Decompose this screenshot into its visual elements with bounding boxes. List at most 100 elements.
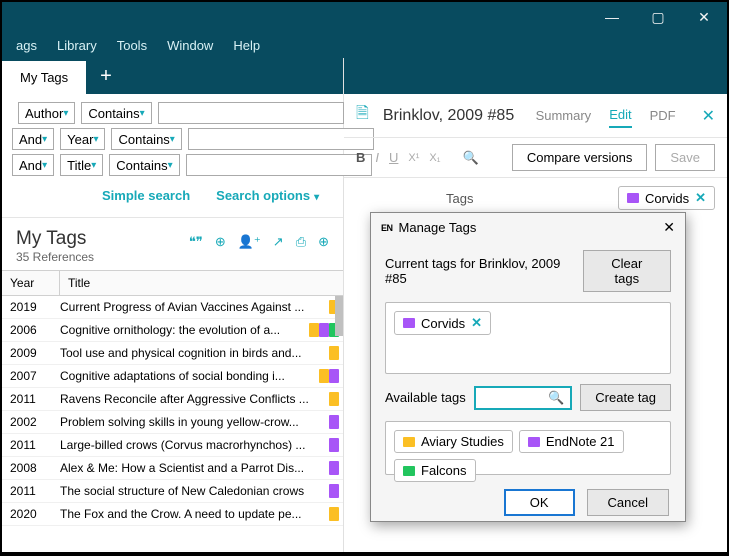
tag-swatch-icon	[403, 318, 415, 328]
row-title: Problem solving skills in young yellow-c…	[60, 415, 329, 429]
cancel-button[interactable]: Cancel	[587, 489, 669, 516]
underline-button[interactable]: U	[389, 150, 398, 165]
export-icon[interactable]: ⎙	[296, 234, 306, 250]
table-row[interactable]: 2011Large-billed crows (Corvus macrorhyn…	[2, 434, 343, 457]
row-title: Alex & Me: How a Scientist and a Parrot …	[60, 461, 329, 475]
superscript-button[interactable]: X¹	[408, 152, 419, 164]
chevron-down-icon: ▾	[170, 134, 175, 145]
chevron-down-icon: ▾	[140, 108, 145, 119]
add-tab-button[interactable]: +	[86, 65, 126, 94]
available-tag-chip[interactable]: Falcons	[394, 459, 476, 482]
tab-pdf[interactable]: PDF	[650, 104, 676, 127]
add-person-icon[interactable]: 👤⁺	[238, 234, 261, 250]
tag-dot-icon	[309, 323, 319, 337]
table-row[interactable]: 2011The social structure of New Caledoni…	[2, 480, 343, 503]
simple-search-link[interactable]: Simple search	[102, 188, 190, 203]
bold-button[interactable]: B	[356, 150, 365, 165]
reference-title: Brinklov, 2009 #85	[383, 107, 514, 125]
tag-search-input[interactable]: 🔍	[474, 386, 573, 410]
bool-select-1[interactable]: And▾	[12, 128, 54, 150]
save-button[interactable]: Save	[655, 144, 715, 171]
current-tags-box: Corvids ✕	[385, 302, 671, 374]
chevron-down-icon: ▾	[91, 160, 96, 171]
dialog-close-button[interactable]: ✕	[663, 219, 675, 236]
row-year: 2011	[2, 438, 60, 452]
available-tag-chip[interactable]: Aviary Studies	[394, 430, 513, 453]
row-title: Cognitive adaptations of social bonding …	[60, 369, 319, 383]
minimize-button[interactable]: —	[589, 2, 635, 32]
chevron-down-icon: ▾	[314, 192, 319, 203]
compare-versions-button[interactable]: Compare versions	[512, 144, 648, 171]
bool-select-2[interactable]: And▾	[12, 154, 54, 176]
table-row[interactable]: 2019Current Progress of Avian Vaccines A…	[2, 296, 343, 319]
field-select-author[interactable]: Author▾	[18, 102, 75, 124]
table-row[interactable]: 2009Tool use and physical cognition in b…	[2, 342, 343, 365]
table-row[interactable]: 2020The Fox and the Crow. A need to upda…	[2, 503, 343, 526]
chevron-down-icon: ▾	[63, 108, 68, 119]
chevron-down-icon: ▾	[42, 134, 47, 145]
search-options-link[interactable]: Search options▾	[216, 188, 319, 203]
italic-button[interactable]: I	[375, 150, 379, 165]
field-select-title[interactable]: Title▾	[60, 154, 103, 176]
quote-icon[interactable]: ❝❞	[189, 234, 203, 250]
tag-chip-label: Aviary Studies	[421, 434, 504, 449]
reference-header: 🗎 Brinklov, 2009 #85 Summary Edit PDF ✕	[344, 94, 727, 138]
op-select-2[interactable]: Contains▾	[109, 154, 179, 176]
op-select-0[interactable]: Contains▾	[81, 102, 151, 124]
row-tags	[329, 438, 343, 452]
op-select-1[interactable]: Contains▾	[111, 128, 181, 150]
subscript-button[interactable]: X₁	[429, 152, 440, 164]
menu-window[interactable]: Window	[157, 35, 223, 56]
endnote-logo-icon: EN	[381, 223, 393, 233]
tag-swatch-icon	[403, 466, 415, 476]
table-row[interactable]: 2007Cognitive adaptations of social bond…	[2, 365, 343, 388]
web-icon[interactable]: ⊕	[318, 234, 329, 250]
clear-tags-button[interactable]: Clear tags	[583, 250, 671, 292]
row-tags	[329, 415, 343, 429]
menu-tools[interactable]: Tools	[107, 35, 157, 56]
row-tags	[329, 346, 343, 360]
row-title: Current Progress of Avian Vaccines Again…	[60, 300, 329, 314]
tag-dot-icon	[319, 323, 329, 337]
table-row[interactable]: 2006Cognitive ornithology: the evolution…	[2, 319, 343, 342]
menu-library[interactable]: Library	[47, 35, 107, 56]
menu-tags[interactable]: ags	[6, 35, 47, 56]
add-ref-icon[interactable]: ⊕	[215, 234, 226, 250]
available-tags-box: Aviary StudiesEndNote 21Falcons	[385, 421, 671, 475]
search-icon[interactable]: 🔍	[462, 150, 478, 166]
row-year: 2002	[2, 415, 60, 429]
table-row[interactable]: 2011Ravens Reconcile after Aggressive Co…	[2, 388, 343, 411]
field-select-year[interactable]: Year▾	[60, 128, 105, 150]
column-headers: Year Title	[2, 270, 343, 296]
row-year: 2007	[2, 369, 60, 383]
maximize-button[interactable]: ▢	[635, 2, 681, 32]
row-tags	[329, 507, 343, 521]
scrollbar[interactable]	[335, 296, 343, 336]
tab-summary[interactable]: Summary	[536, 104, 592, 127]
tab-edit[interactable]: Edit	[609, 103, 631, 128]
available-tag-chip[interactable]: EndNote 21	[519, 430, 624, 453]
share-icon[interactable]: ↗	[273, 234, 284, 250]
row-tags	[329, 461, 343, 475]
col-title[interactable]: Title	[60, 271, 343, 295]
tag-chip-corvids[interactable]: Corvids ✕	[394, 311, 491, 335]
col-year[interactable]: Year	[2, 271, 60, 295]
row-year: 2019	[2, 300, 60, 314]
table-row[interactable]: 2002Problem solving skills in young yell…	[2, 411, 343, 434]
menu-help[interactable]: Help	[223, 35, 270, 56]
remove-tag-icon[interactable]: ✕	[695, 190, 706, 206]
tag-dot-icon	[329, 392, 339, 406]
ok-button[interactable]: OK	[504, 489, 575, 516]
close-reference-button[interactable]: ✕	[694, 106, 715, 126]
tag-chip-corvids[interactable]: Corvids ✕	[618, 186, 715, 210]
reference-list[interactable]: 2019Current Progress of Avian Vaccines A…	[2, 296, 343, 552]
tabbar: My Tags +	[2, 58, 343, 94]
filter-value-0[interactable]	[158, 102, 344, 124]
table-row[interactable]: 2008Alex & Me: How a Scientist and a Par…	[2, 457, 343, 480]
remove-tag-icon[interactable]: ✕	[471, 315, 482, 331]
tab-my-tags[interactable]: My Tags	[2, 61, 86, 94]
row-tags	[329, 484, 343, 498]
current-tags-label: Current tags for Brinklov, 2009 #85	[385, 256, 583, 286]
create-tag-button[interactable]: Create tag	[580, 384, 671, 411]
close-button[interactable]: ✕	[681, 2, 727, 32]
